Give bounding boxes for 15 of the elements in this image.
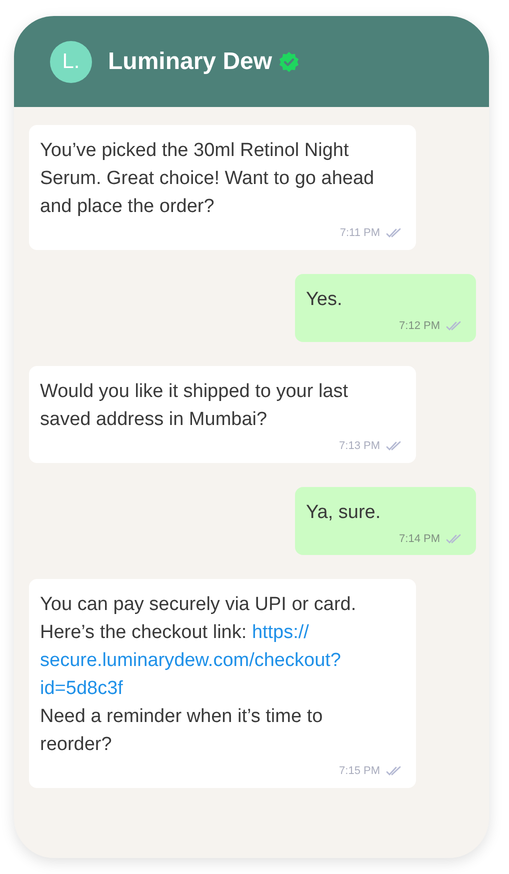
message-text: Yes.: [306, 288, 344, 312]
message-time: 7:11 PM: [340, 226, 380, 241]
avatar: L.: [50, 40, 92, 82]
contact-name: Luminary Dew: [108, 46, 272, 76]
checkout-link[interactable]: https://: [252, 622, 309, 643]
message-text: You can pay securely via UPI or card. Here’s the checkout link: https:// secure.luminarydew.com/checkout? id=5d8c3f Need a reminder when it’s time to reorder?: [40, 593, 358, 757]
message-time: 7:14 PM: [399, 532, 440, 546]
message-time: 7:13 PM: [339, 439, 380, 454]
message-text: You’ve picked the 30ml Retinol Night Serum. Great choice! Want to go ahead and place the order?: [40, 139, 376, 219]
message-time: 7:15 PM: [339, 764, 380, 779]
message-time: 7:12 PM: [399, 318, 440, 334]
message-text: Ya, sure.: [306, 500, 382, 524]
message-text: Would you like it shipped to your last saved address in Mumbai?: [40, 380, 350, 432]
checkout-link[interactable]: id=5d8c3f: [40, 678, 123, 699]
checkout-link[interactable]: secure.luminarydew.com/checkout?: [40, 650, 341, 671]
